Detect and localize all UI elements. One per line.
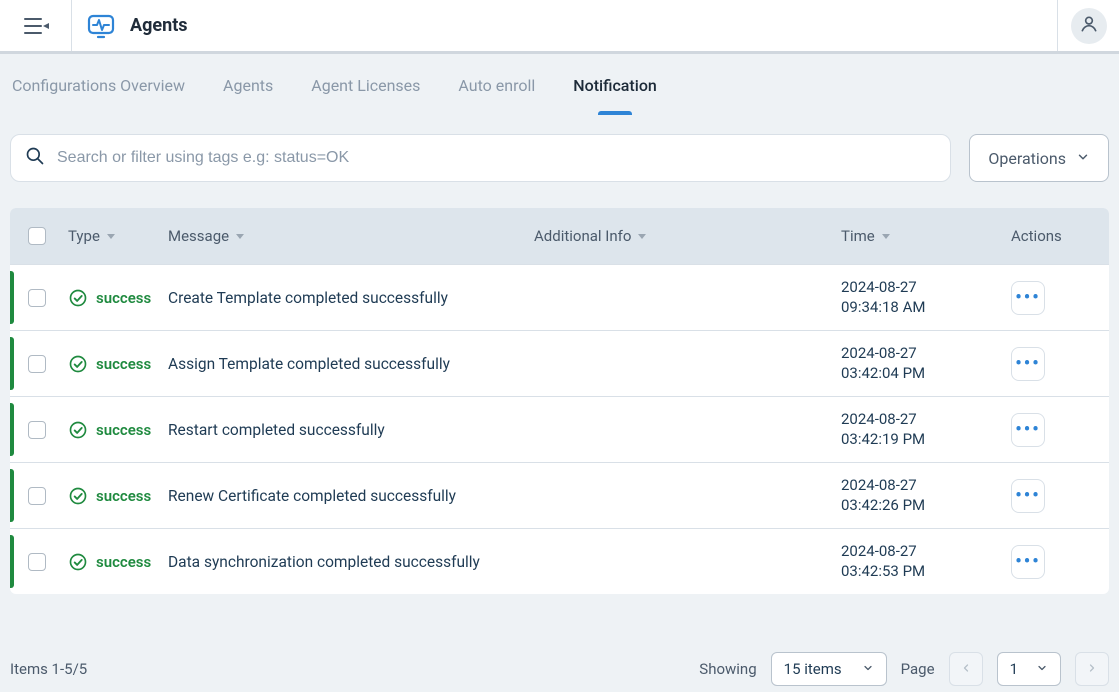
- page-size-value: 15 items: [784, 660, 842, 678]
- operations-dropdown[interactable]: Operations: [969, 134, 1109, 182]
- more-horizontal-icon: •••: [1015, 353, 1040, 374]
- showing-label: Showing: [699, 660, 756, 678]
- prev-page-button[interactable]: [949, 652, 983, 686]
- row-checkbox[interactable]: [28, 487, 46, 505]
- row-actions-button[interactable]: •••: [1011, 347, 1045, 381]
- tab-agents[interactable]: Agents: [223, 56, 273, 115]
- row-message: Create Template completed successfully: [168, 289, 448, 307]
- page-size-select[interactable]: 15 items: [771, 652, 887, 686]
- row-type-label: success: [96, 355, 151, 373]
- row-time: 2024-08-2703:42:26 PM: [841, 476, 925, 515]
- row-type-label: success: [96, 487, 151, 505]
- search-field-wrapper: [10, 134, 951, 182]
- current-page-value: 1: [1010, 660, 1018, 678]
- row-checkbox[interactable]: [28, 355, 46, 373]
- column-header-actions: Actions: [1011, 227, 1062, 245]
- tab-notification[interactable]: Notification: [573, 56, 657, 115]
- table-row: success Restart completed successfully 2…: [10, 396, 1109, 462]
- menu-toggle[interactable]: [0, 0, 72, 51]
- column-header-message[interactable]: Message: [168, 227, 229, 245]
- sort-caret-icon: [106, 227, 116, 245]
- toolbar: Operations: [0, 116, 1119, 194]
- row-type-label: success: [96, 553, 151, 571]
- row-time: 2024-08-2709:34:18 AM: [841, 278, 925, 317]
- sort-caret-icon: [235, 227, 245, 245]
- row-type-label: success: [96, 421, 151, 439]
- more-horizontal-icon: •••: [1015, 485, 1040, 506]
- tab-agent-licenses[interactable]: Agent Licenses: [311, 56, 420, 115]
- sort-caret-icon: [637, 227, 647, 245]
- row-type-label: success: [96, 289, 151, 307]
- row-actions-button[interactable]: •••: [1011, 413, 1045, 447]
- row-checkbox[interactable]: [28, 421, 46, 439]
- next-page-button[interactable]: [1075, 652, 1109, 686]
- page-label: Page: [901, 660, 935, 678]
- page-number-select[interactable]: 1: [997, 652, 1061, 686]
- more-horizontal-icon: •••: [1015, 287, 1040, 308]
- more-horizontal-icon: •••: [1015, 551, 1040, 572]
- row-message: Data synchronization completed successfu…: [168, 553, 480, 571]
- menu-collapse-icon: [23, 15, 49, 37]
- row-actions-button[interactable]: •••: [1011, 479, 1045, 513]
- chevron-down-icon: [1076, 149, 1090, 168]
- row-message: Renew Certificate completed successfully: [168, 487, 456, 505]
- search-icon: [25, 146, 45, 170]
- user-avatar-button[interactable]: [1071, 8, 1107, 44]
- tab-configurations-overview[interactable]: Configurations Overview: [12, 56, 185, 115]
- table-row: success Assign Template completed succes…: [10, 330, 1109, 396]
- check-circle-icon: [68, 486, 88, 506]
- top-bar: Agents: [0, 0, 1119, 54]
- row-actions-button[interactable]: •••: [1011, 545, 1045, 579]
- operations-label: Operations: [988, 149, 1066, 168]
- row-time: 2024-08-2703:42:19 PM: [841, 410, 925, 449]
- column-header-time[interactable]: Time: [841, 227, 875, 245]
- chevron-right-icon: [1086, 660, 1098, 678]
- search-input[interactable]: [55, 148, 936, 168]
- user-icon: [1079, 14, 1099, 38]
- column-header-type[interactable]: Type: [68, 227, 100, 245]
- table-footer: Items 1-5/5 Showing 15 items Page 1: [10, 652, 1109, 686]
- row-checkbox[interactable]: [28, 289, 46, 307]
- app-monitor-icon: [86, 11, 116, 41]
- check-circle-icon: [68, 354, 88, 374]
- column-header-additional-info[interactable]: Additional Info: [534, 227, 631, 245]
- row-time: 2024-08-2703:42:53 PM: [841, 542, 925, 581]
- tab-bar: Configurations Overview Agents Agent Lic…: [0, 54, 1119, 116]
- more-horizontal-icon: •••: [1015, 419, 1040, 440]
- items-summary: Items 1-5/5: [10, 660, 87, 678]
- page-title: Agents: [130, 15, 188, 36]
- row-checkbox[interactable]: [28, 553, 46, 571]
- table-row: success Renew Certificate completed succ…: [10, 462, 1109, 528]
- chevron-down-icon: [1036, 660, 1048, 678]
- table-row: success Create Template completed succes…: [10, 264, 1109, 330]
- select-all-checkbox[interactable]: [28, 227, 46, 245]
- row-message: Assign Template completed successfully: [168, 355, 450, 373]
- table-header-row: Type Message Additional Info Time Action…: [10, 208, 1109, 264]
- row-actions-button[interactable]: •••: [1011, 281, 1045, 315]
- check-circle-icon: [68, 288, 88, 308]
- row-message: Restart completed successfully: [168, 421, 385, 439]
- check-circle-icon: [68, 552, 88, 572]
- chevron-left-icon: [960, 660, 972, 678]
- sort-caret-icon: [881, 227, 891, 245]
- row-time: 2024-08-2703:42:04 PM: [841, 344, 925, 383]
- tab-auto-enroll[interactable]: Auto enroll: [458, 56, 535, 115]
- notifications-table: Type Message Additional Info Time Action…: [10, 208, 1109, 594]
- table-row: success Data synchronization completed s…: [10, 528, 1109, 594]
- check-circle-icon: [68, 420, 88, 440]
- chevron-down-icon: [862, 660, 874, 678]
